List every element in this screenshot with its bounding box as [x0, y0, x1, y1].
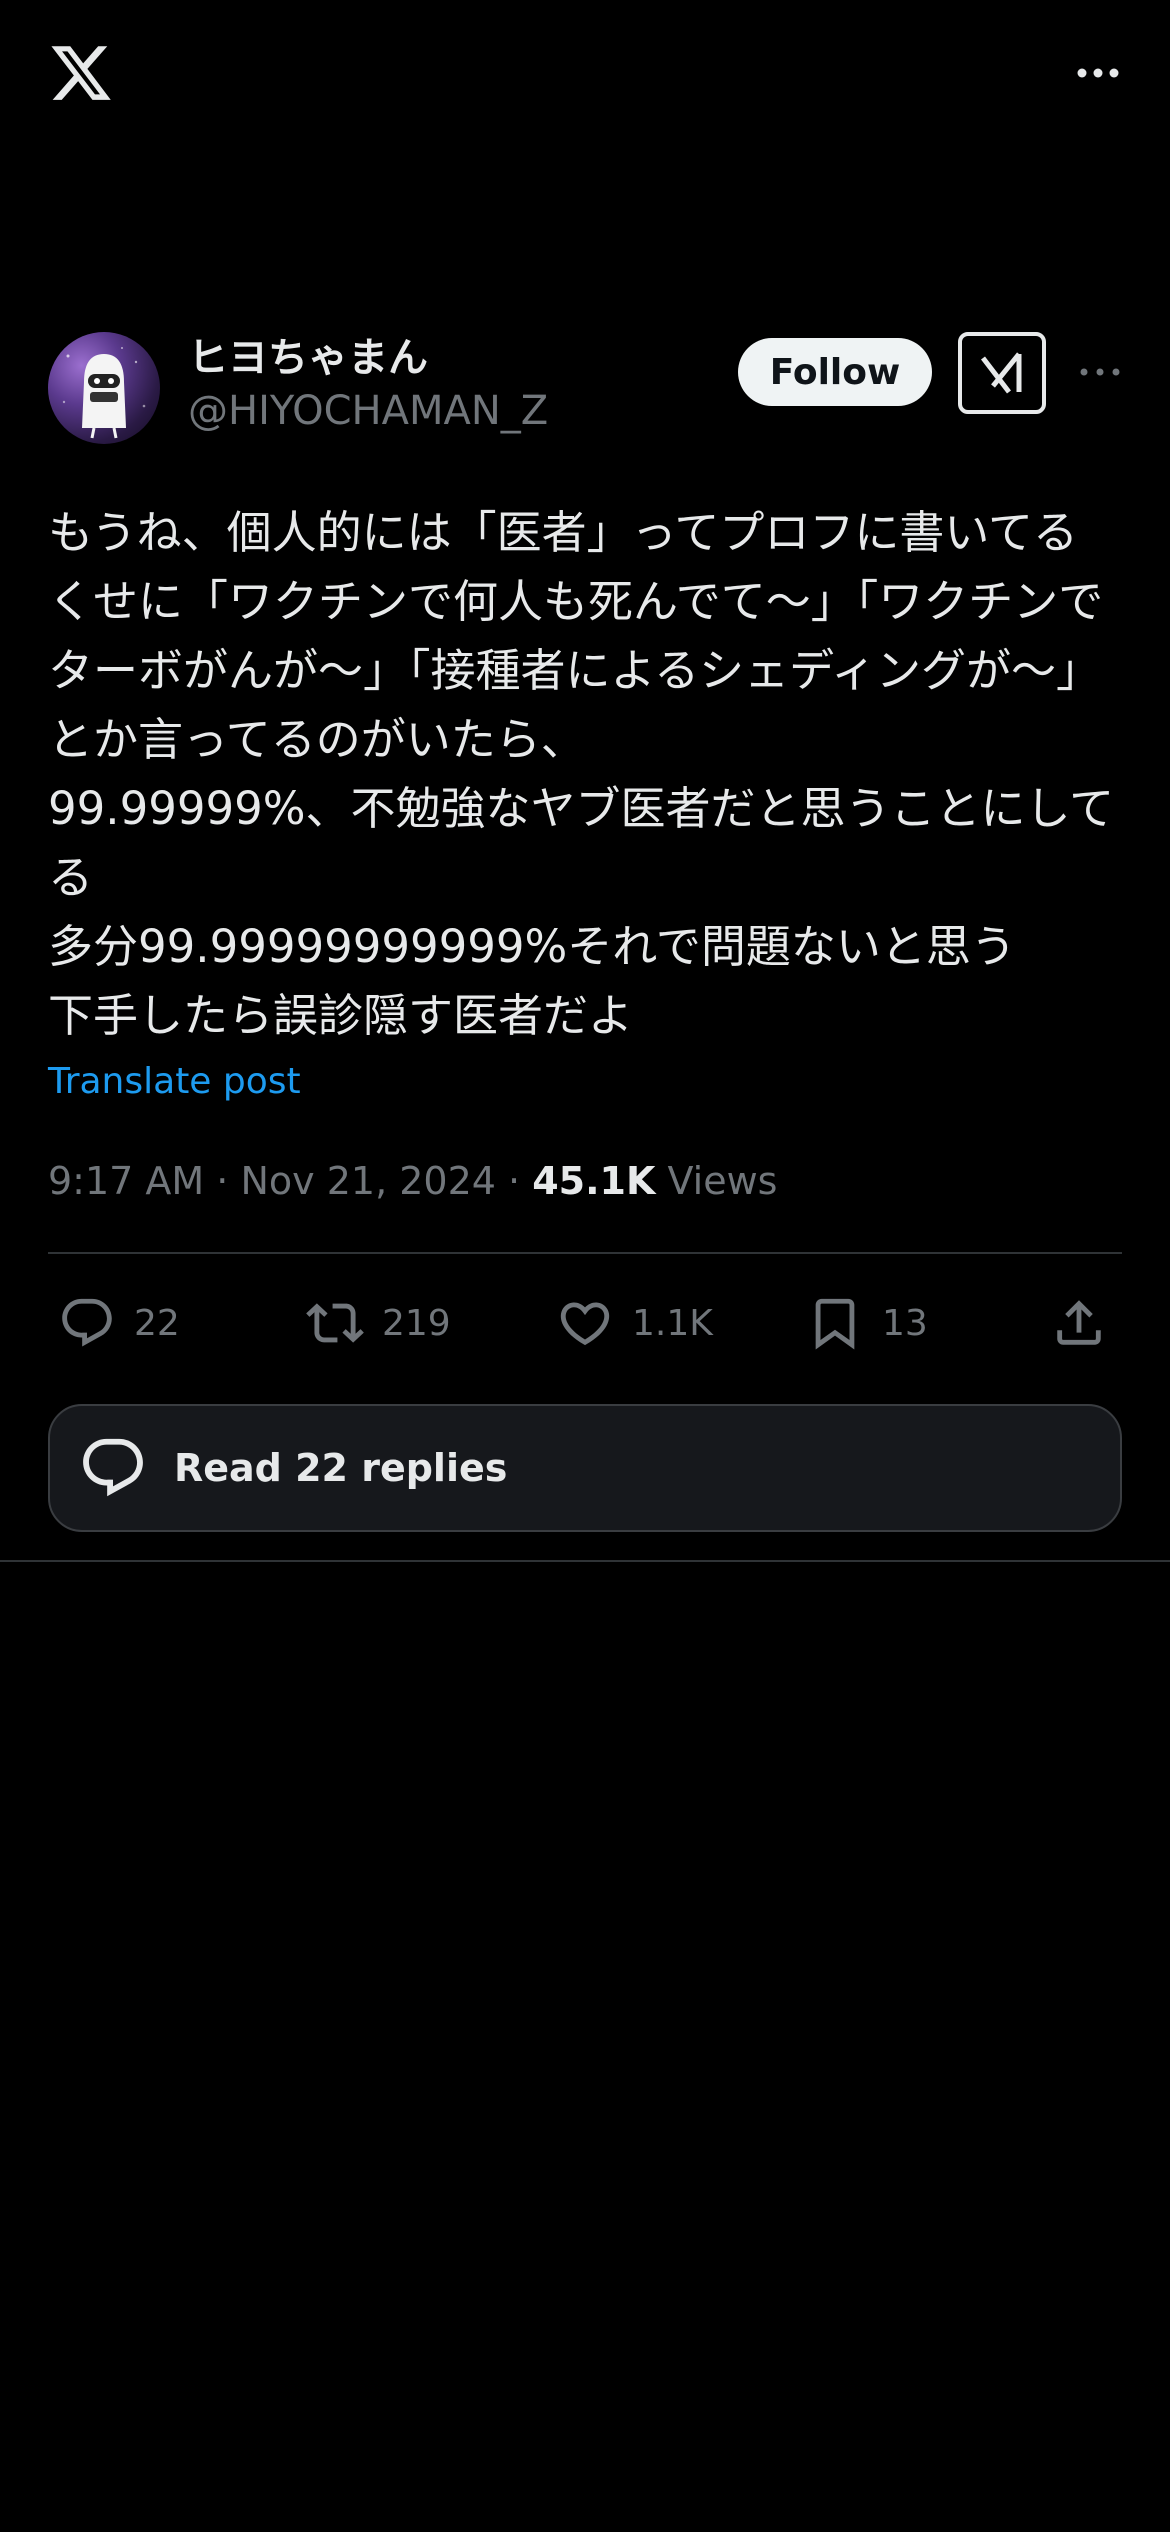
tweet-date[interactable]: Nov 21, 2024 [240, 1159, 495, 1203]
bookmark-count: 13 [882, 1302, 928, 1344]
tweet-meta: 9:17 AM · Nov 21, 2024 · 45.1K Views [48, 1156, 1122, 1206]
tweet-time[interactable]: 9:17 AM [48, 1159, 204, 1203]
tweet-actions: 22 219 1.1K 13 [48, 1254, 1122, 1394]
more-horizontal-icon[interactable] [1078, 362, 1122, 382]
reply-count: 22 [134, 1302, 180, 1344]
reply-button[interactable]: 22 [58, 1294, 180, 1352]
heart-icon [560, 1302, 610, 1346]
repost-count: 219 [382, 1302, 451, 1344]
tweet-author: ヒヨちゃまん @HIYOCHAMAN_Z Follow [48, 332, 1122, 452]
reply-bubble-icon [83, 1438, 143, 1497]
share-icon [1057, 1300, 1101, 1345]
avatar[interactable] [48, 332, 160, 444]
x-logo-icon[interactable] [48, 40, 114, 106]
views-count: 45.1K [532, 1159, 656, 1203]
like-button[interactable]: 1.1K [556, 1294, 713, 1352]
tweet: ヒヨちゃまん @HIYOCHAMAN_Z Follow もうね、個人的には「医者… [48, 332, 1122, 1394]
follow-button[interactable]: Follow [738, 338, 932, 406]
translate-post-link[interactable]: Translate post [48, 1060, 1122, 1104]
avatar-illustration [62, 347, 146, 439]
share-button[interactable] [1050, 1294, 1108, 1352]
like-count: 1.1K [632, 1302, 713, 1344]
divider [0, 1560, 1170, 1562]
grok-icon [981, 352, 1022, 394]
author-display-name[interactable]: ヒヨちゃまん [188, 332, 548, 384]
author-handle[interactable]: @HIYOCHAMAN_Z [188, 384, 548, 438]
grok-button[interactable] [958, 332, 1046, 414]
meta-separator: · [216, 1159, 241, 1203]
repost-button[interactable]: 219 [306, 1294, 451, 1352]
top-bar [0, 0, 1170, 150]
reply-icon [62, 1298, 112, 1347]
bookmark-icon [815, 1298, 855, 1350]
read-replies-button[interactable]: Read 22 replies [48, 1404, 1122, 1532]
bookmark-button[interactable]: 13 [806, 1294, 928, 1352]
more-horizontal-icon[interactable] [1074, 58, 1122, 88]
meta-separator: · [508, 1159, 533, 1203]
read-replies-label: Read 22 replies [174, 1446, 508, 1490]
repost-icon [306, 1303, 364, 1343]
tweet-text: もうね、個人的には「医者」ってプロフに書いてるくせに「ワクチンで何人も死んでて〜… [48, 506, 1115, 1042]
views-label: Views [667, 1159, 778, 1203]
